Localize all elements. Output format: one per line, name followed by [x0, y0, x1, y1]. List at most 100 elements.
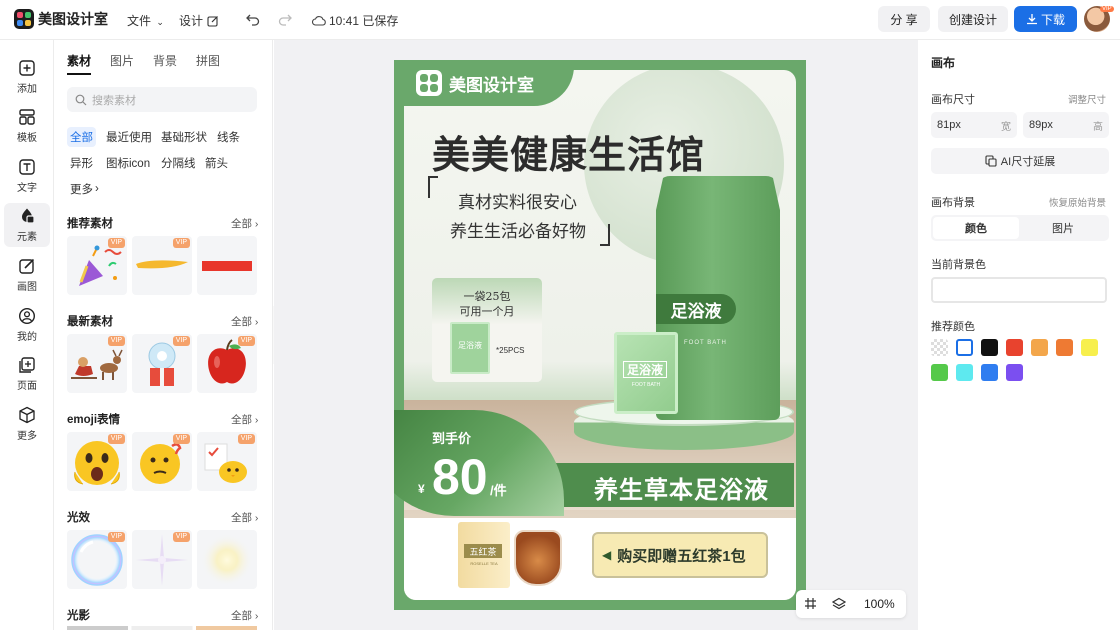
current-bg-color-field[interactable] — [931, 277, 1107, 303]
emoji-all-link[interactable]: 全部 › — [231, 412, 258, 427]
vip-badge: VIP — [107, 532, 125, 542]
resize-link[interactable]: 调整尺寸 — [1068, 92, 1106, 106]
share-button[interactable]: 分 享 — [878, 6, 930, 32]
restore-bg-link[interactable]: 恢复原始背景 — [1049, 195, 1106, 209]
width-value: 81px — [937, 119, 961, 131]
material-thumb[interactable]: VIP — [197, 334, 257, 393]
chip-recent[interactable]: 最近使用 — [103, 127, 155, 147]
latest-all-label: 全部 — [231, 316, 252, 328]
tab-collage[interactable]: 拼图 — [196, 52, 220, 75]
download-button[interactable]: 下载 — [1014, 6, 1077, 32]
layers-icon[interactable] — [832, 597, 846, 611]
tab-material[interactable]: 素材 — [67, 52, 92, 75]
material-thumb[interactable]: VIP — [132, 432, 192, 491]
swatch-blue[interactable] — [981, 364, 998, 381]
nav-template[interactable]: 模板 — [4, 104, 50, 148]
download-label: 下载 — [1040, 12, 1065, 27]
current-bg-label: 当前背景色 — [931, 259, 986, 271]
poster-logo-icon — [416, 70, 442, 96]
chip-arrows[interactable]: 箭头 — [202, 153, 231, 173]
shadow-all-link[interactable]: 全部 › — [231, 608, 258, 623]
swatch-yellow[interactable] — [1081, 339, 1098, 356]
material-thumb[interactable]: VIP — [67, 236, 127, 295]
material-thumb[interactable]: VIP — [132, 334, 192, 393]
redo-icon[interactable] — [278, 12, 292, 26]
swatch-white[interactable] — [956, 339, 973, 356]
nav-add[interactable]: 添加 — [4, 55, 50, 99]
cloud-icon — [312, 16, 326, 26]
nav-draw-label: 画图 — [17, 282, 37, 293]
chip-all[interactable]: 全部 — [67, 127, 96, 147]
emoji-all-label: 全部 — [231, 414, 252, 426]
poster-canvas[interactable]: 美图设计室 美美健康生活馆 真材实料很安心 养生生活必备好物 一袋25包 可用一… — [394, 60, 806, 610]
create-design-button[interactable]: 创建设计 — [938, 6, 1008, 32]
bg-tab-color[interactable]: 颜色 — [933, 217, 1019, 239]
avatar-vip-badge: VIP — [1100, 6, 1114, 12]
glow-icon — [201, 534, 253, 586]
nav-elements[interactable]: 元素 — [4, 203, 50, 247]
material-thumb[interactable]: VIP — [67, 432, 127, 491]
nav-mine[interactable]: 我的 — [4, 303, 50, 347]
search-box[interactable]: 搜索素材 — [67, 87, 257, 112]
chip-icons[interactable]: 图标icon — [103, 153, 153, 173]
chip-basic-shapes[interactable]: 基础形状 — [158, 127, 210, 147]
chip-dividers[interactable]: 分隔线 — [158, 153, 199, 173]
poster-slogan-2: 养生生活必备好物 — [450, 222, 586, 242]
file-menu[interactable]: 文件 ⌄ — [127, 12, 164, 29]
triangle-left-icon: ◀ — [602, 548, 612, 562]
edit-icon — [207, 15, 218, 27]
grid-icon[interactable] — [804, 597, 817, 610]
material-thumb[interactable]: VIP — [132, 530, 192, 589]
design-menu[interactable]: 设计 — [179, 12, 219, 29]
light-all-link[interactable]: 全部 › — [231, 510, 258, 525]
bag-label-box: 足浴液 — [656, 294, 736, 324]
nav-page[interactable]: 页面 — [4, 352, 50, 396]
logo-icon — [14, 9, 34, 29]
latest-all-link[interactable]: 全部 › — [231, 314, 258, 329]
material-thumb[interactable]: VIP — [132, 236, 192, 295]
swatch-cyan[interactable] — [956, 364, 973, 381]
poster-brand: 美图设计室 — [416, 70, 534, 96]
recommended-all-link[interactable]: 全部 › — [231, 216, 258, 231]
user-icon — [18, 307, 36, 325]
section-recommended: 推荐素材 — [67, 218, 113, 230]
nav-more[interactable]: 更多 — [4, 402, 50, 446]
material-thumb[interactable]: VIP — [67, 334, 127, 393]
save-status-text: 10:41 已保存 — [329, 14, 399, 28]
poster-brand-name: 美图设计室 — [449, 75, 534, 95]
material-thumb[interactable] — [197, 530, 257, 589]
height-field[interactable]: 89px 高 — [1023, 112, 1109, 138]
vip-badge: VIP — [107, 336, 125, 346]
nav-draw[interactable]: 画图 — [4, 253, 50, 297]
swatch-orange[interactable] — [1056, 339, 1073, 356]
chevron-right-icon: › — [95, 183, 99, 195]
swatch-black[interactable] — [981, 339, 998, 356]
chip-more[interactable]: 更多 › — [67, 179, 102, 199]
chip-irregular[interactable]: 异形 — [67, 153, 96, 173]
search-icon — [75, 94, 87, 105]
bg-tab-image[interactable]: 图片 — [1019, 217, 1107, 239]
tab-image[interactable]: 图片 — [110, 52, 134, 75]
tab-background[interactable]: 背景 — [153, 52, 177, 75]
swatch-red[interactable] — [1006, 339, 1023, 356]
nav-mine-label: 我的 — [17, 332, 37, 343]
chip-lines[interactable]: 线条 — [214, 127, 243, 147]
undo-icon[interactable] — [246, 12, 260, 26]
material-thumb[interactable]: VIP — [197, 432, 257, 491]
swatch-transparent[interactable] — [931, 339, 948, 356]
material-thumb[interactable]: VIP — [67, 530, 127, 589]
zoom-level[interactable]: 100% — [864, 597, 895, 611]
vip-badge: VIP — [107, 238, 125, 248]
swatch-green[interactable] — [931, 364, 948, 381]
nav-more-label: 更多 — [17, 431, 37, 442]
chevron-right-icon: › — [252, 316, 259, 328]
swatch-orange-light[interactable] — [1031, 339, 1048, 356]
ai-extend-button[interactable]: AI尺寸延展 — [931, 148, 1109, 174]
width-field[interactable]: 81px 宽 — [931, 112, 1017, 138]
vip-badge: VIP — [172, 532, 190, 542]
app-logo[interactable]: 美图设计室 — [14, 9, 108, 29]
swatch-purple[interactable] — [1006, 364, 1023, 381]
nav-text[interactable]: 文字 — [4, 154, 50, 198]
save-status: 10:41 已保存 — [312, 12, 398, 29]
material-thumb[interactable] — [197, 236, 257, 295]
